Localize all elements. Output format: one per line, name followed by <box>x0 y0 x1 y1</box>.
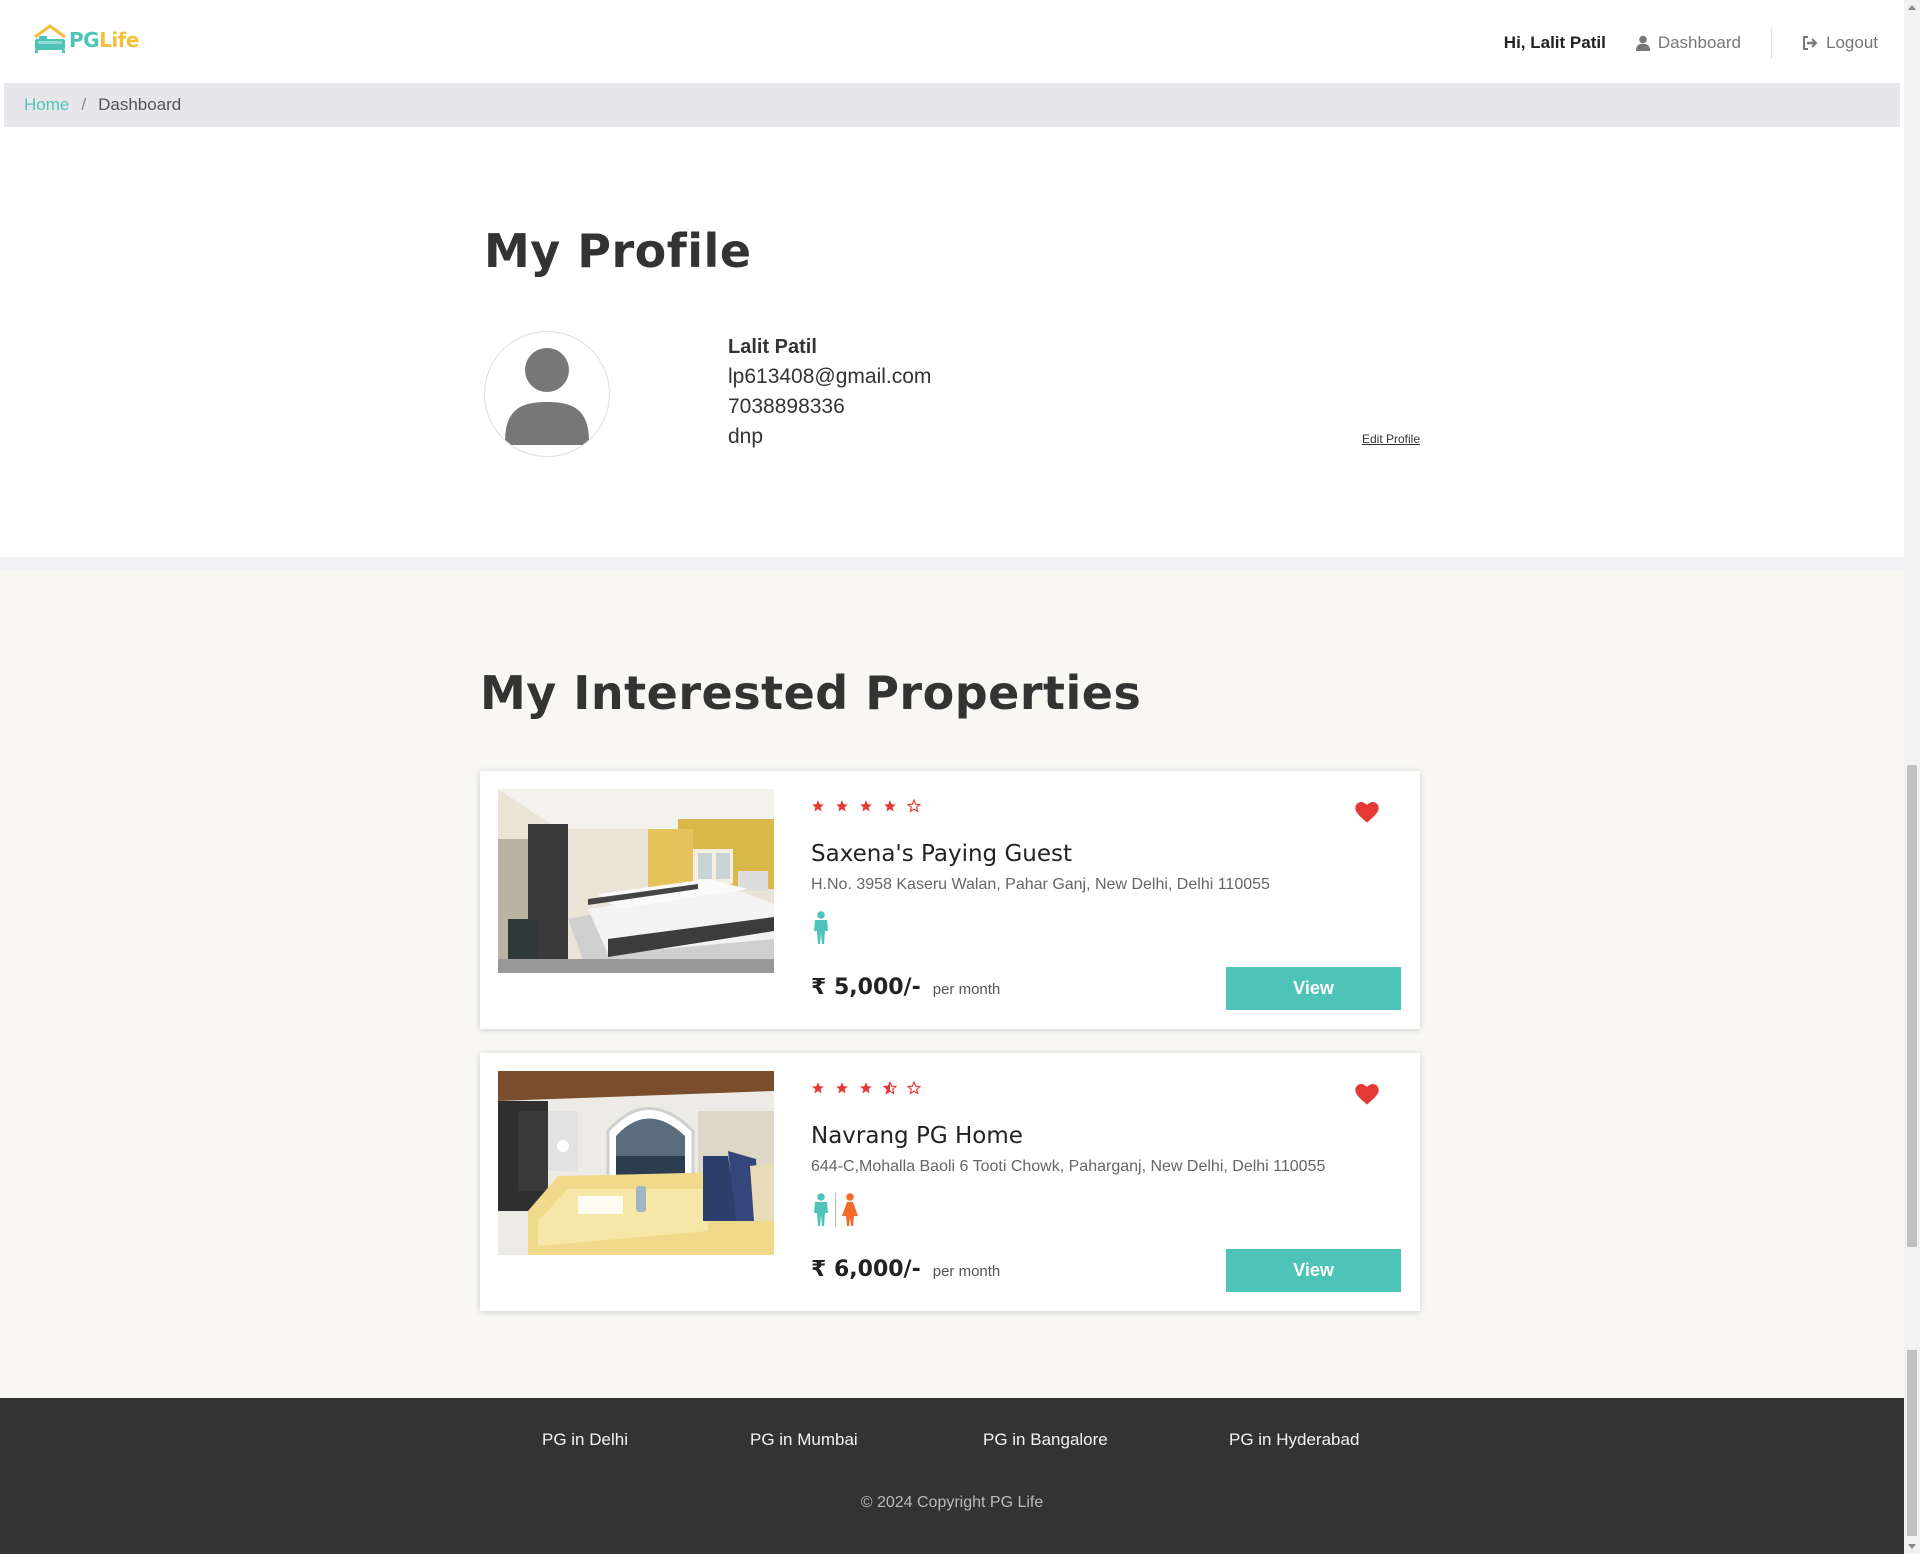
scroll-up-icon[interactable] <box>1908 5 1916 10</box>
logout-link[interactable]: Logout <box>1802 33 1878 53</box>
scrollbar-thumb-secondary[interactable] <box>1907 1350 1917 1536</box>
property-image[interactable] <box>498 1071 774 1255</box>
scrollbar-thumb[interactable] <box>1907 765 1917 1247</box>
star-outline-icon <box>907 799 921 813</box>
copyright: © 2024 Copyright PG Life <box>860 1494 1044 1511</box>
profile-phone: 7038898336 <box>728 395 845 418</box>
user-icon <box>1635 35 1650 51</box>
star-icon <box>860 800 872 812</box>
property-image[interactable] <box>498 789 774 973</box>
property-card: Saxena's Paying Guest H.No. 3958 Kaseru … <box>480 771 1420 1029</box>
female-icon <box>842 1193 858 1226</box>
profile-section: My Profile Lalit Patil lp613408@gmail.co… <box>4 127 1900 557</box>
property-name: Navrang PG Home <box>811 1123 1023 1149</box>
price: ₹ 5,000/- per month <box>811 975 1000 1000</box>
price: ₹ 6,000/- per month <box>811 1257 1000 1282</box>
price-amount: ₹ 5,000/- <box>811 975 921 1000</box>
view-button[interactable]: View <box>1226 967 1401 1010</box>
footer-link-hyderabad[interactable]: PG in Hyderabad <box>1229 1430 1359 1450</box>
room-photo-2 <box>498 1071 774 1255</box>
star-icon <box>836 800 848 812</box>
property-name: Saxena's Paying Guest <box>811 841 1073 867</box>
interested-section: My Interested Properties Saxena's Paying… <box>0 571 1904 1398</box>
star-icon <box>812 800 824 812</box>
gender-indicator <box>811 1193 860 1227</box>
male-icon <box>814 1193 828 1226</box>
profile-info: Lalit Patil lp613408@gmail.com 703889833… <box>728 332 931 452</box>
interested-title: My Interested Properties <box>480 666 1142 720</box>
star-half-icon <box>883 1081 897 1095</box>
breadcrumb-current: Dashboard <box>98 95 182 114</box>
edit-profile-link[interactable]: Edit Profile <box>1362 432 1420 446</box>
profile-name: Lalit Patil <box>728 336 817 358</box>
rating-stars <box>811 799 921 813</box>
property-address: 644-C,Mohalla Baoli 6 Tooti Chowk, Pahar… <box>811 1158 1326 1175</box>
logo-text: PGLife <box>69 28 139 52</box>
footer: PG in Delhi PG in Mumbai PG in Bangalore… <box>0 1398 1904 1554</box>
gender-divider <box>835 1193 836 1227</box>
breadcrumb: Home / Dashboard <box>4 83 1900 127</box>
footer-link-bangalore[interactable]: PG in Bangalore <box>983 1430 1108 1450</box>
room-photo-1 <box>498 789 774 973</box>
breadcrumb-home[interactable]: Home <box>24 95 69 115</box>
logout-label: Logout <box>1826 33 1878 52</box>
navbar: PGLife Hi, Lalit Patil Dashboard Logout <box>4 0 1900 83</box>
star-icon <box>860 1082 872 1094</box>
heart-icon[interactable] <box>1353 1080 1381 1106</box>
nav-right: Hi, Lalit Patil Dashboard Logout <box>1504 28 1878 58</box>
property-card: Navrang PG Home 644-C,Mohalla Baoli 6 To… <box>480 1053 1420 1311</box>
gender-indicator <box>811 911 831 945</box>
male-icon <box>814 911 828 944</box>
dashboard-label: Dashboard <box>1657 33 1741 52</box>
star-icon <box>836 1082 848 1094</box>
profile-college: dnp <box>728 425 764 448</box>
logo-house-icon <box>34 24 66 53</box>
rating-stars <box>811 1081 921 1095</box>
property-address: H.No. 3958 Kaseru Walan, Pahar Ganj, New… <box>811 876 1270 893</box>
scroll-down-icon[interactable] <box>1908 1544 1916 1549</box>
footer-link-delhi[interactable]: PG in Delhi <box>542 1430 628 1450</box>
avatar <box>484 331 610 457</box>
star-icon <box>884 800 896 812</box>
price-amount: ₹ 6,000/- <box>811 1257 921 1282</box>
section-divider <box>0 557 1904 571</box>
sign-out-icon <box>1803 36 1818 50</box>
logo[interactable]: PGLife <box>32 24 139 54</box>
nav-divider <box>1771 28 1772 58</box>
breadcrumb-separator: / <box>81 95 87 114</box>
price-unit: per month <box>932 981 1001 998</box>
view-button[interactable]: View <box>1226 1249 1401 1292</box>
user-greeting: Hi, Lalit Patil <box>1503 33 1606 52</box>
user-avatar-icon <box>505 348 589 445</box>
footer-link-mumbai[interactable]: PG in Mumbai <box>750 1430 858 1450</box>
dashboard-link[interactable]: Dashboard <box>1635 33 1741 53</box>
price-unit: per month <box>932 1263 1001 1280</box>
heart-icon[interactable] <box>1353 798 1381 824</box>
star-icon <box>812 1082 824 1094</box>
page-title: My Profile <box>484 224 752 278</box>
scrollbar[interactable] <box>1904 0 1920 1554</box>
profile-email: lp613408@gmail.com <box>728 365 932 388</box>
star-outline-icon <box>907 1081 921 1095</box>
